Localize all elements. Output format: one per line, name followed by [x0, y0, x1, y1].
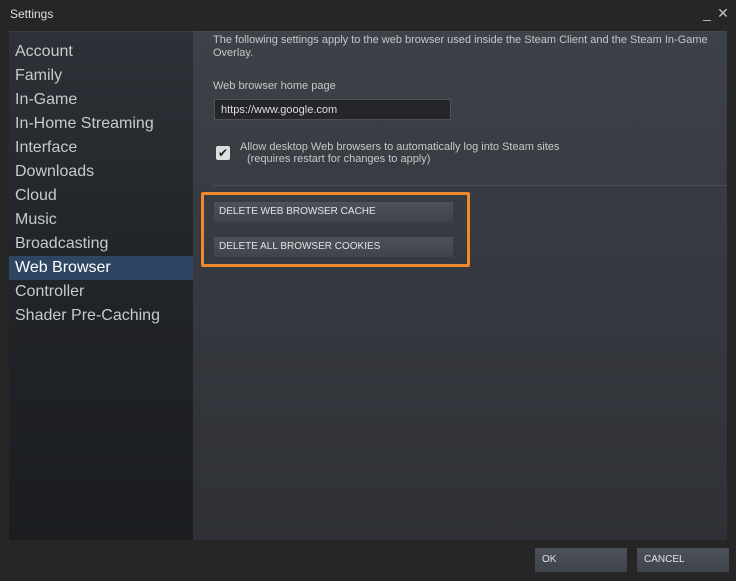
sidebar-item-cloud[interactable]: Cloud	[9, 184, 193, 208]
web-browser-panel: The following settings apply to the web …	[193, 31, 727, 540]
title-bar: Settings _ ✕	[0, 0, 736, 30]
panel-description: The following settings apply to the web …	[213, 34, 723, 60]
settings-sidebar: Account Family In-Game In-Home Streaming…	[9, 31, 193, 540]
auto-login-checkbox[interactable]: ✔	[216, 146, 230, 160]
home-page-input[interactable]: https://www.google.com	[214, 99, 451, 120]
delete-cookies-button[interactable]: DELETE ALL BROWSER COOKIES	[214, 237, 453, 257]
home-page-label: Web browser home page	[213, 80, 336, 92]
description-line-2: Overlay.	[213, 47, 254, 59]
auto-login-label: Allow desktop Web browsers to automatica…	[240, 141, 560, 153]
description-line-1: The following settings apply to the web …	[213, 34, 708, 46]
delete-cache-button[interactable]: DELETE WEB BROWSER CACHE	[214, 202, 453, 222]
close-icon[interactable]: ✕	[716, 5, 730, 21]
window-title: Settings	[10, 7, 54, 21]
sidebar-item-account[interactable]: Account	[9, 40, 193, 64]
sidebar-item-in-home-streaming[interactable]: In-Home Streaming	[9, 112, 193, 136]
settings-window: Settings _ ✕ Account Family In-Game In-H…	[0, 0, 736, 581]
sidebar-item-in-game[interactable]: In-Game	[9, 88, 193, 112]
sidebar-item-controller[interactable]: Controller	[9, 280, 193, 304]
sidebar-item-downloads[interactable]: Downloads	[9, 160, 193, 184]
minimize-icon[interactable]: _	[700, 5, 714, 21]
sidebar-item-family[interactable]: Family	[9, 64, 193, 88]
cancel-button[interactable]: CANCEL	[637, 548, 729, 572]
ok-button[interactable]: OK	[535, 548, 627, 572]
auto-login-note: (requires restart for changes to apply)	[247, 153, 431, 165]
sidebar-item-interface[interactable]: Interface	[9, 136, 193, 160]
sidebar-item-web-browser[interactable]: Web Browser	[9, 256, 193, 280]
sidebar-item-broadcasting[interactable]: Broadcasting	[9, 232, 193, 256]
sidebar-item-shader-pre-caching[interactable]: Shader Pre-Caching	[9, 304, 193, 328]
section-divider	[213, 185, 727, 186]
sidebar-item-music[interactable]: Music	[9, 208, 193, 232]
